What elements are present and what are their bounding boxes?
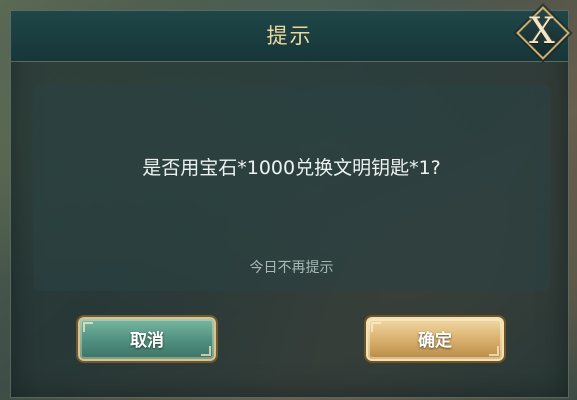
dialog-title: 提示 <box>266 24 313 48</box>
cancel-button[interactable]: 取消 <box>78 317 216 361</box>
close-button-label: X <box>529 11 555 52</box>
confirm-button[interactable]: 确定 <box>366 317 504 361</box>
exchange-message: 是否用宝石*1000兑换文明钥匙*1? <box>142 157 441 179</box>
button-corner-ornament <box>371 322 381 332</box>
no-remind-today-option[interactable]: 今日不再提示 <box>33 257 550 277</box>
dialog-title-bar: 提示 <box>11 11 568 62</box>
cancel-button-label: 取消 <box>130 331 164 351</box>
close-button[interactable]: X <box>515 5 570 60</box>
button-corner-ornament <box>489 346 499 356</box>
message-panel: 是否用宝石*1000兑换文明钥匙*1? 今日不再提示 <box>33 85 550 291</box>
prompt-dialog: 提示 是否用宝石*1000兑换文明钥匙*1? 今日不再提示 取消 确定 <box>10 10 569 398</box>
button-corner-ornament <box>201 346 211 356</box>
button-corner-ornament <box>83 322 93 332</box>
game-background: 提示 是否用宝石*1000兑换文明钥匙*1? 今日不再提示 取消 确定 X <box>0 0 577 400</box>
confirm-button-label: 确定 <box>418 331 452 351</box>
